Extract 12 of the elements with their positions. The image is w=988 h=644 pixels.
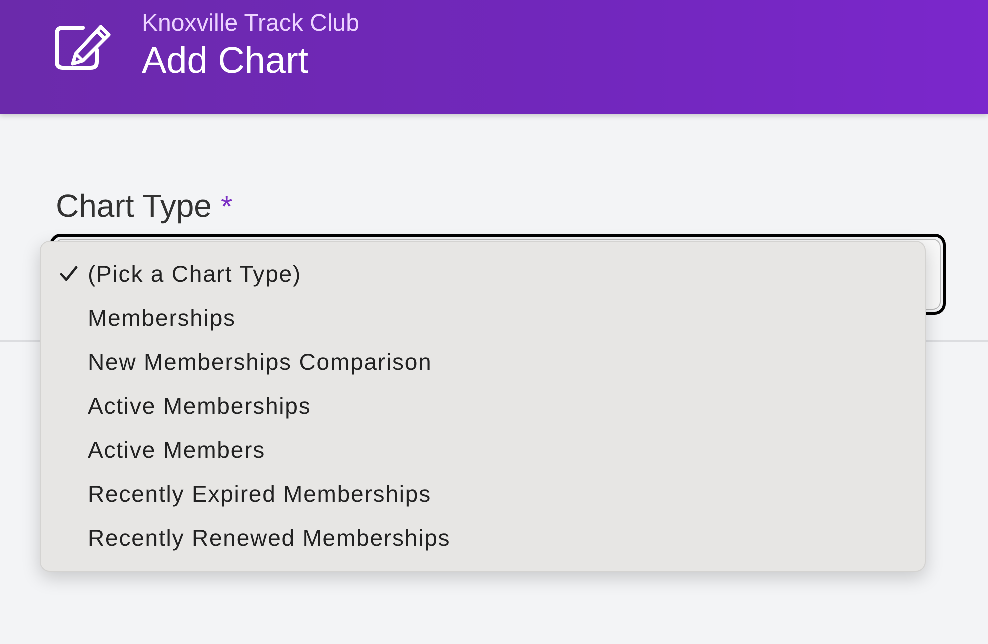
required-mark: * [220, 190, 233, 226]
menu-option[interactable]: Recently Renewed Memberships [41, 516, 925, 560]
menu-option[interactable]: (Pick a Chart Type) [41, 252, 925, 296]
menu-option[interactable]: Recently Expired Memberships [41, 472, 925, 516]
organization-name: Knoxville Track Club [142, 9, 360, 39]
edit-icon [55, 24, 112, 70]
menu-option[interactable]: Memberships [41, 296, 925, 340]
menu-option[interactable]: New Memberships Comparison [41, 340, 925, 384]
page-title: Add Chart [142, 39, 310, 83]
field-label: Chart Type [56, 187, 212, 226]
menu-option[interactable]: Active Memberships [41, 384, 925, 428]
menu-option[interactable]: Active Members [41, 428, 925, 472]
